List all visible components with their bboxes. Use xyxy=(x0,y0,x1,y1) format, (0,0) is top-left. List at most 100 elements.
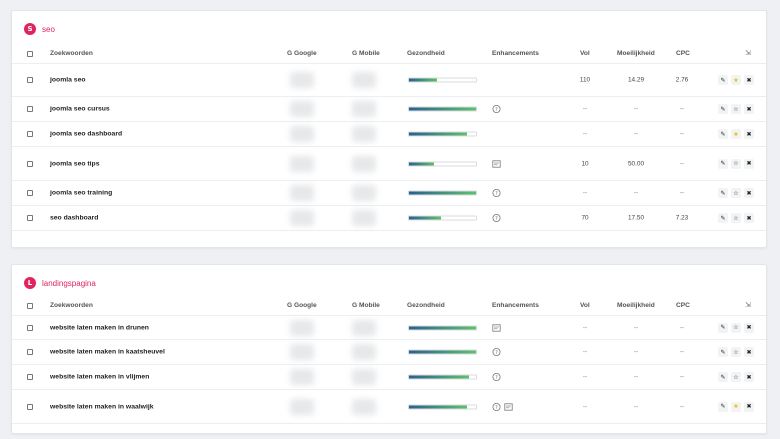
star-icon[interactable]: ★ xyxy=(731,401,741,412)
star-icon[interactable]: ☆ xyxy=(731,322,741,333)
col-keyword[interactable]: Zoekwoorden xyxy=(50,50,93,57)
col-google[interactable]: G Google xyxy=(287,302,317,309)
enhancements: ? xyxy=(492,348,501,357)
col-difficulty[interactable]: Moeilijkheid xyxy=(617,302,655,309)
col-vol[interactable]: Vol xyxy=(580,50,590,57)
keyword-label[interactable]: website laten maken in vlijmen xyxy=(50,374,149,381)
close-icon[interactable]: ✖ xyxy=(744,75,754,85)
row-checkbox[interactable] xyxy=(27,190,33,196)
edit-icon[interactable]: ✎ xyxy=(718,158,728,169)
image-icon[interactable] xyxy=(492,323,501,332)
select-all-checkbox[interactable] xyxy=(27,51,33,57)
col-cpc[interactable]: CPC xyxy=(676,50,690,57)
pin-icon[interactable]: ⇲ xyxy=(745,301,751,309)
close-icon[interactable]: ✖ xyxy=(744,158,754,169)
row-checkbox[interactable] xyxy=(27,160,33,167)
row-checkbox[interactable] xyxy=(27,77,33,83)
column-header-row: Zoekwoorden G Google G Mobile Gezondheid… xyxy=(12,46,766,62)
row-checkbox[interactable] xyxy=(27,106,33,112)
close-icon[interactable]: ✖ xyxy=(744,213,754,223)
close-icon[interactable]: ✖ xyxy=(744,401,754,412)
table-row[interactable]: website laten maken in waalwijk? -- -- -- ✎ ★… xyxy=(12,390,766,424)
row-checkbox[interactable] xyxy=(27,374,33,380)
table-row[interactable]: joomla seo 110 14.29 2.76 ✎ ★ ✖ xyxy=(12,63,766,97)
health-fill xyxy=(409,405,467,408)
col-keyword[interactable]: Zoekwoorden xyxy=(50,302,93,309)
table-row[interactable]: joomla seo training? -- -- -- ✎ ☆ ✖ xyxy=(12,181,766,206)
svg-text:?: ? xyxy=(495,216,498,222)
row-checkbox[interactable] xyxy=(27,131,33,137)
table-row[interactable]: joomla seo dashboard -- -- -- ✎ ★ ✖ xyxy=(12,122,766,147)
faq-icon[interactable]: ? xyxy=(492,373,501,382)
close-icon[interactable]: ✖ xyxy=(744,322,754,333)
image-icon[interactable] xyxy=(492,159,501,168)
faq-icon[interactable]: ? xyxy=(492,402,501,411)
close-icon[interactable]: ✖ xyxy=(744,104,754,114)
edit-icon[interactable]: ✎ xyxy=(718,188,728,198)
table-row[interactable]: joomla seo cursus? -- -- -- ✎ ☆ ✖ xyxy=(12,97,766,122)
row-checkbox[interactable] xyxy=(27,324,33,331)
star-icon[interactable]: ☆ xyxy=(731,158,741,169)
keyword-label[interactable]: joomla seo xyxy=(50,77,86,84)
col-google[interactable]: G Google xyxy=(287,50,317,57)
cpc-value: 7.23 xyxy=(675,214,689,222)
group-badge: S xyxy=(24,23,36,35)
table-row[interactable]: seo dashboard? 70 17.50 7.23 ✎ ☆ ✖ xyxy=(12,206,766,231)
close-icon[interactable]: ✖ xyxy=(744,129,754,139)
edit-icon[interactable]: ✎ xyxy=(718,75,728,85)
row-checkbox[interactable] xyxy=(27,403,33,410)
google-rank-blurred xyxy=(290,369,314,385)
star-icon[interactable]: ☆ xyxy=(731,188,741,198)
vol-value: -- xyxy=(582,324,588,331)
edit-icon[interactable]: ✎ xyxy=(718,104,728,114)
edit-icon[interactable]: ✎ xyxy=(718,401,728,412)
col-cpc[interactable]: CPC xyxy=(676,302,690,309)
keyword-label[interactable]: joomla seo cursus xyxy=(50,106,110,113)
close-icon[interactable]: ✖ xyxy=(744,372,754,382)
star-icon[interactable]: ★ xyxy=(731,129,741,139)
row-checkbox[interactable] xyxy=(27,215,33,221)
col-health[interactable]: Gezondheid xyxy=(407,302,445,309)
star-icon[interactable]: ☆ xyxy=(731,347,741,357)
faq-icon[interactable]: ? xyxy=(492,189,501,198)
table-row[interactable]: joomla seo tips 10 50.00 -- ✎ ☆ ✖ xyxy=(12,147,766,181)
keyword-label[interactable]: website laten maken in kaatsheuvel xyxy=(50,349,165,356)
edit-icon[interactable]: ✎ xyxy=(718,372,728,382)
col-enhancements[interactable]: Enhancements xyxy=(492,50,539,57)
close-icon[interactable]: ✖ xyxy=(744,188,754,198)
svg-text:?: ? xyxy=(495,375,498,381)
keyword-label[interactable]: website laten maken in waalwijk xyxy=(50,403,154,410)
edit-icon[interactable]: ✎ xyxy=(718,129,728,139)
star-icon[interactable]: ☆ xyxy=(731,372,741,382)
col-enhancements[interactable]: Enhancements xyxy=(492,302,539,309)
star-icon[interactable]: ☆ xyxy=(731,213,741,223)
edit-icon[interactable]: ✎ xyxy=(718,322,728,333)
col-mobile[interactable]: G Mobile xyxy=(352,302,380,309)
row-checkbox[interactable] xyxy=(27,349,33,355)
col-vol[interactable]: Vol xyxy=(580,302,590,309)
keyword-label[interactable]: joomla seo tips xyxy=(50,160,99,167)
col-difficulty[interactable]: Moeilijkheid xyxy=(617,50,655,57)
keyword-label[interactable]: joomla seo dashboard xyxy=(50,131,122,138)
keyword-label[interactable]: website laten maken in drunen xyxy=(50,324,149,331)
faq-icon[interactable]: ? xyxy=(492,214,501,223)
keyword-label[interactable]: joomla seo training xyxy=(50,190,112,197)
col-health[interactable]: Gezondheid xyxy=(407,50,445,57)
group-title[interactable]: seo xyxy=(42,25,55,34)
table-row[interactable]: website laten maken in drunen -- -- -- ✎ ☆ ✖ xyxy=(12,315,766,340)
col-mobile[interactable]: G Mobile xyxy=(352,50,380,57)
edit-icon[interactable]: ✎ xyxy=(718,347,728,357)
faq-icon[interactable]: ? xyxy=(492,105,501,114)
faq-icon[interactable]: ? xyxy=(492,348,501,357)
star-icon[interactable]: ☆ xyxy=(731,104,741,114)
edit-icon[interactable]: ✎ xyxy=(718,213,728,223)
image-icon[interactable] xyxy=(504,402,513,411)
pin-icon[interactable]: ⇲ xyxy=(745,49,751,57)
star-icon[interactable]: ★ xyxy=(731,75,741,85)
group-title[interactable]: landingspagina xyxy=(42,279,96,288)
table-row[interactable]: website laten maken in vlijmen? -- -- -- ✎ ☆ ✖ xyxy=(12,365,766,390)
keyword-label[interactable]: seo dashboard xyxy=(50,215,98,222)
select-all-checkbox[interactable] xyxy=(27,303,33,309)
table-row[interactable]: website laten maken in kaatsheuvel? -- -- -… xyxy=(12,340,766,365)
close-icon[interactable]: ✖ xyxy=(744,347,754,357)
